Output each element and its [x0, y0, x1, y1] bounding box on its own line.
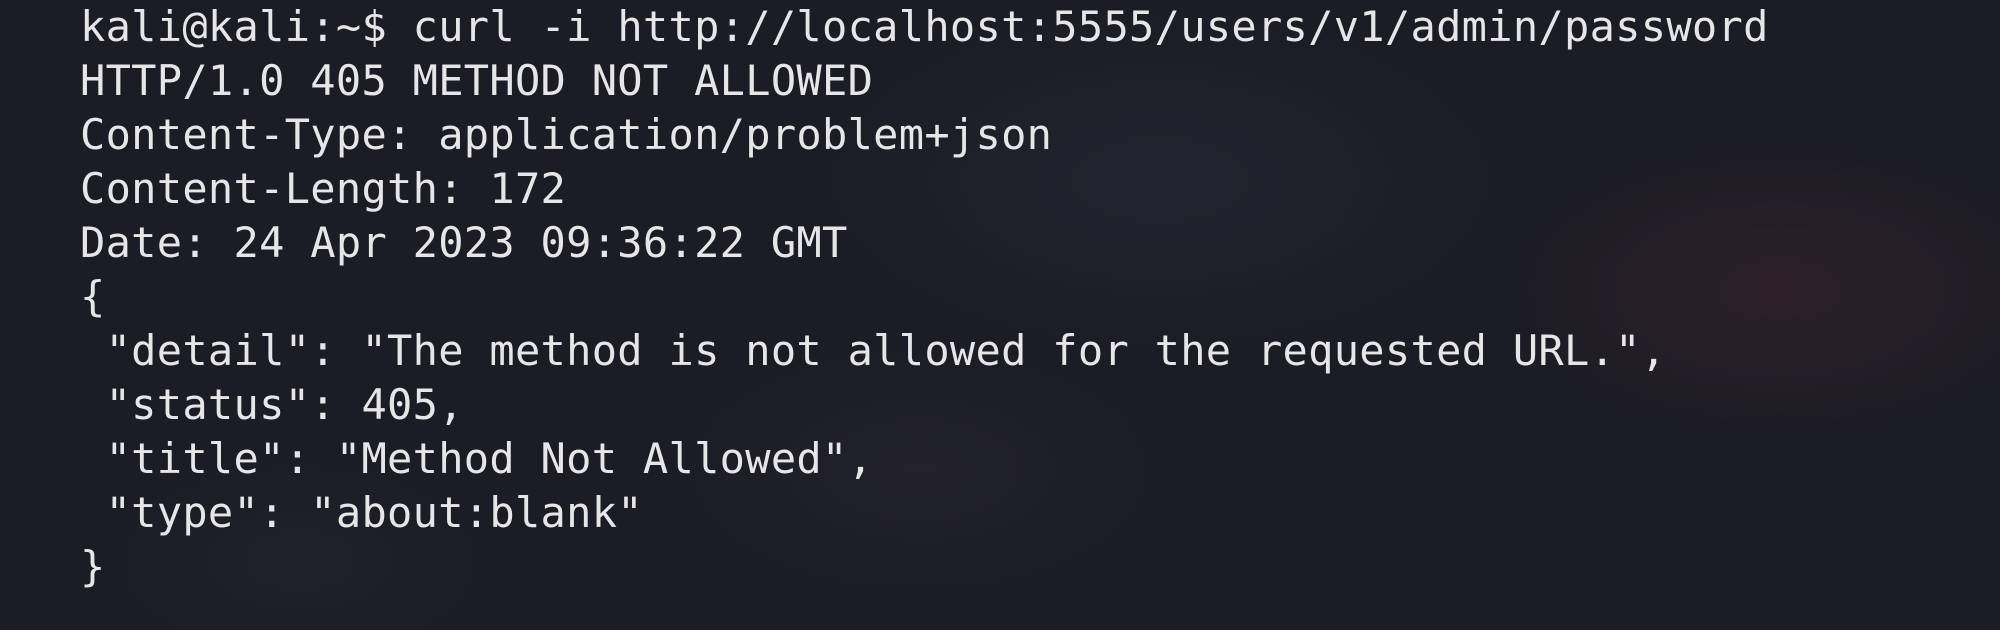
- command-text: curl -i http://localhost:5555/users/v1/a…: [412, 2, 1769, 51]
- response-header-content-type: Content-Type: application/problem+json: [80, 110, 1053, 159]
- json-type-line: "type": "about:blank": [80, 488, 643, 537]
- json-title-line: "title": "Method Not Allowed",: [80, 434, 874, 483]
- response-status-line: HTTP/1.0 405 METHOD NOT ALLOWED: [80, 56, 874, 105]
- shell-prompt: kali@kali:~$: [80, 2, 413, 51]
- terminal-window[interactable]: kali@kali:~$ curl -i http://localhost:55…: [80, 0, 1990, 630]
- command-line: kali@kali:~$ curl -i http://localhost:55…: [80, 0, 1990, 54]
- json-detail-line: "detail": "The method is not allowed for…: [80, 326, 1667, 375]
- response-header-content-length: Content-Length: 172: [80, 164, 567, 213]
- json-close-brace: }: [80, 542, 106, 591]
- json-status-line: "status": 405,: [80, 380, 464, 429]
- response-header-date: Date: 24 Apr 2023 09:36:22 GMT: [80, 218, 848, 267]
- json-open-brace: {: [80, 272, 106, 321]
